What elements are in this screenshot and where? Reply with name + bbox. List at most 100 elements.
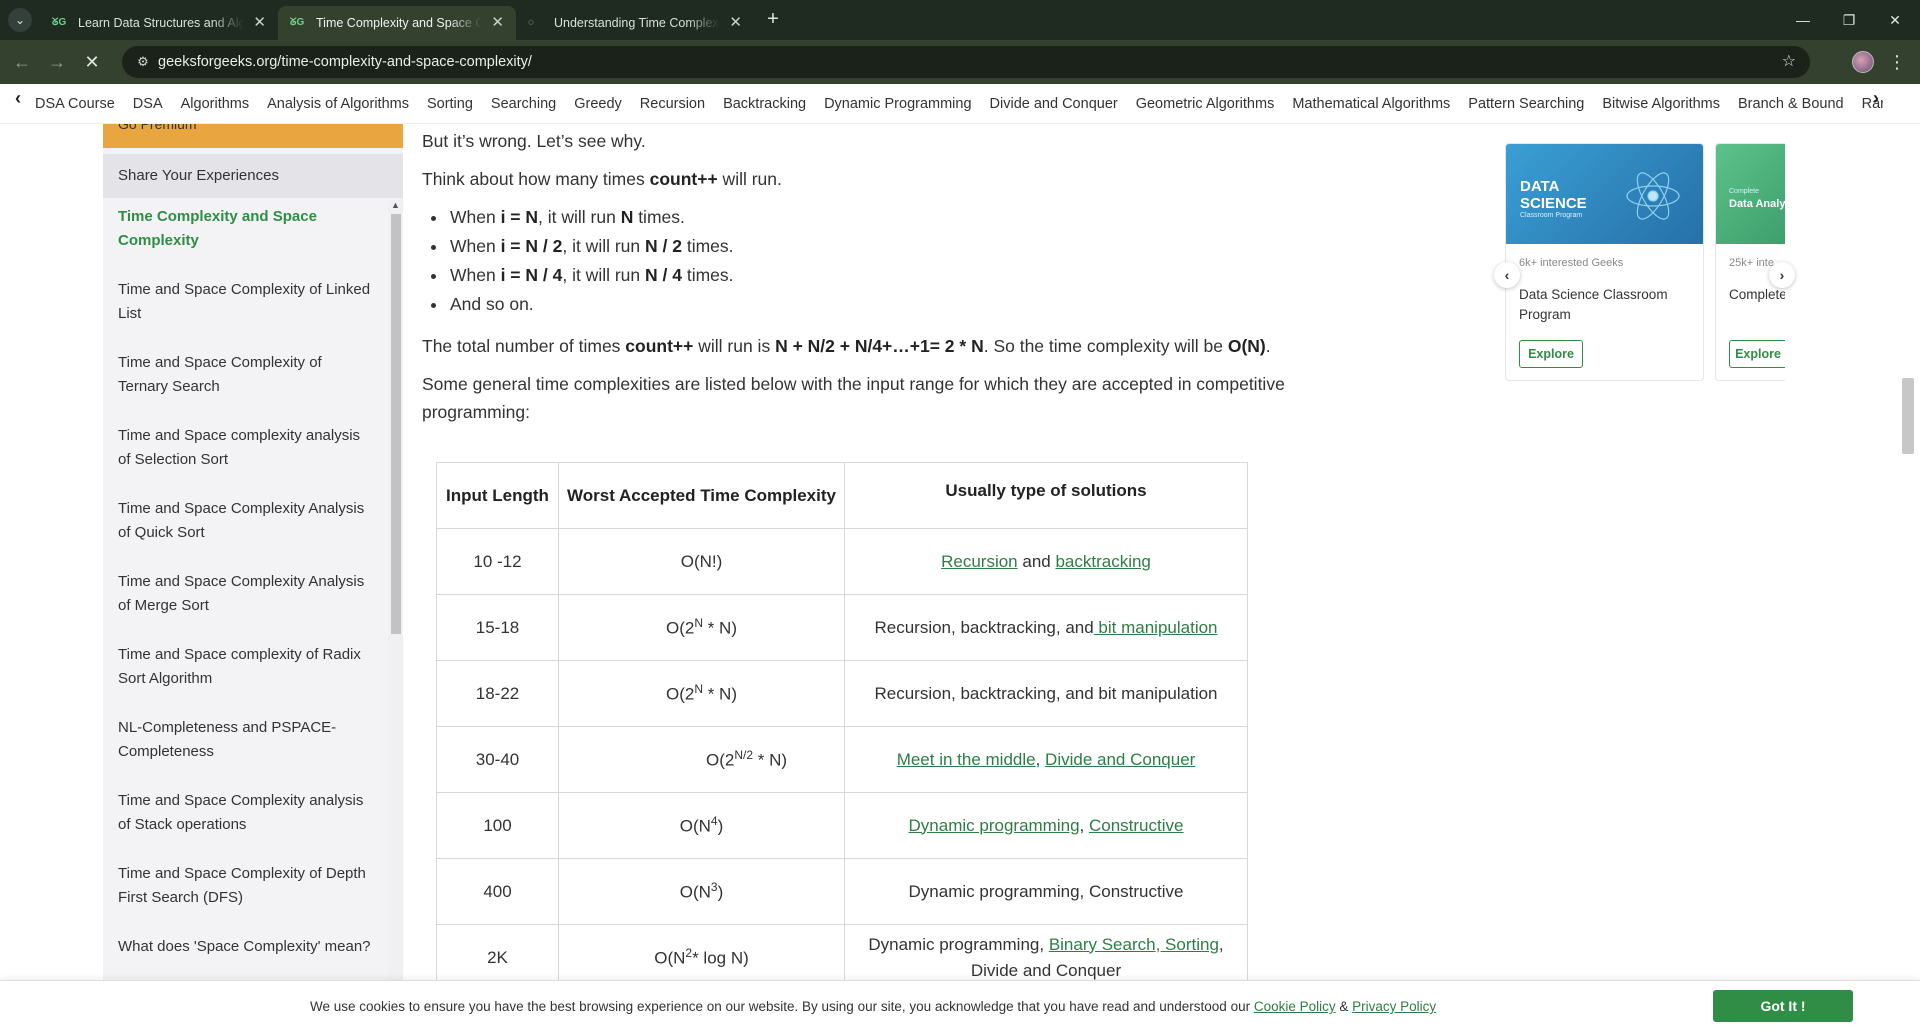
browser-tab-1[interactable]: ᘜG Learn Data Structures and Algorithms …	[40, 6, 278, 40]
sidebar-article-link[interactable]: What does 'Space Complexity' mean?	[103, 935, 388, 959]
back-icon[interactable]: ←	[9, 49, 35, 75]
sidebar-article-link[interactable]: Time and Space Complexity of Depth First…	[103, 862, 388, 910]
divide-and-conquer-link[interactable]: Divide and Conquer	[1045, 750, 1195, 769]
close-window-icon[interactable]: ✕	[1872, 0, 1918, 40]
list-item: When i = N / 2, it will run N / 2 times.	[448, 232, 1352, 261]
course-name: Complete Program	[1729, 287, 1785, 302]
sidebar-article-link[interactable]: Time and Space Complexity analysis of St…	[103, 789, 388, 837]
scroll-up-icon[interactable]: ▲	[391, 200, 400, 210]
course-name: Data Science Classroom Program	[1519, 287, 1668, 322]
close-icon[interactable]: ✕	[729, 6, 742, 40]
course-card[interactable]: Data Analy Complete 25k+ inte Complete P…	[1715, 143, 1785, 381]
cookie-message: We use cookies to ensure you have the be…	[310, 999, 1437, 1014]
site-info-icon[interactable]: ⚙	[134, 53, 152, 71]
table-row: 30-40 O(2N/2 * N) Meet in the middle, Di…	[436, 726, 1248, 793]
cookie-policy-link[interactable]: Cookie Policy	[1254, 999, 1336, 1014]
constructive-link[interactable]: Constructive	[1089, 816, 1183, 835]
topic-nav-item[interactable]: Bitwise Algorithms	[1602, 84, 1720, 124]
explore-button[interactable]: Explore	[1729, 340, 1785, 368]
article-body: But it’s wrong. Let’s see why. Think abo…	[422, 124, 1352, 426]
nav-left-arrow-icon[interactable]: ‹	[15, 88, 21, 109]
new-tab-button[interactable]: +	[760, 8, 786, 32]
profile-avatar[interactable]	[1852, 51, 1874, 73]
list-item: When i = N, it will run N times.	[448, 203, 1352, 232]
bullet-list: When i = N, it will run N times.When i =…	[448, 203, 1352, 319]
sidebar-article-link[interactable]: Time and Space complexity analysis of Se…	[103, 424, 388, 472]
paragraph: Think about how many times count++ will …	[422, 169, 782, 189]
gfg-logo-icon: ᘜG	[52, 17, 67, 28]
browser-toolbar: ← → ✕ ⚙ geeksforgeeks.org/time-complexit…	[0, 40, 1920, 84]
sidebar-article-link[interactable]: Time and Space Complexity Analysis of Me…	[103, 570, 388, 618]
tab-title: Learn Data Structures and Algorithms	[78, 16, 244, 30]
minimize-icon[interactable]: —	[1780, 0, 1826, 40]
carousel-prev-icon[interactable]: ‹	[1494, 262, 1520, 288]
column-header: Worst Accepted Time Complexity	[558, 462, 845, 529]
browser-tab-3[interactable]: ◌ Understanding Time Complexity ✕	[516, 6, 754, 40]
close-icon[interactable]: ✕	[253, 6, 266, 40]
gfg-logo-icon: ᘜG	[290, 17, 305, 28]
topic-nav-item[interactable]: Divide and Conquer	[990, 84, 1118, 124]
topic-nav-item[interactable]: Dynamic Programming	[824, 84, 971, 124]
page-scrollbar-thumb[interactable]	[1902, 378, 1914, 454]
forward-icon[interactable]: →	[44, 49, 70, 75]
url-text[interactable]: geeksforgeeks.org/time-complexity-and-sp…	[158, 46, 532, 78]
topic-nav-item[interactable]: Greedy	[574, 84, 622, 124]
sidebar-article-link[interactable]: Time Complexity and Space Complexity	[103, 205, 388, 253]
sidebar-article-link[interactable]: Time and Space Complexity of Ternary Sea…	[103, 351, 388, 399]
scrollbar-thumb[interactable]	[391, 214, 401, 634]
topic-nav-item[interactable]: Analysis of Algorithms	[267, 84, 409, 124]
loading-icon: ◌	[528, 17, 534, 28]
paragraph: Some general time complexities are liste…	[422, 374, 1285, 422]
tab-title: Understanding Time Complexity	[554, 16, 720, 30]
course-card[interactable]: DATA SCIENCE Classroom Program 6k+ inter…	[1505, 143, 1704, 381]
bit-manipulation-link[interactable]: bit manipulation	[1094, 618, 1217, 637]
browser-tab-bar: ⌄ ᘜG Learn Data Structures and Algorithm…	[0, 0, 1920, 40]
interested-count: 25k+ inte	[1729, 257, 1774, 269]
topic-nav-item[interactable]: Geometric Algorithms	[1136, 84, 1275, 124]
table-row: 100 O(N4) Dynamic programming, Construct…	[436, 792, 1248, 859]
restore-icon[interactable]: ❐	[1826, 0, 1872, 40]
sidebar-scrollbar[interactable]: ▲	[388, 200, 403, 980]
carousel-next-icon[interactable]: ›	[1769, 262, 1795, 288]
banner-subtitle: Classroom Program	[1520, 212, 1583, 219]
got-it-button[interactable]: Got It !	[1713, 990, 1853, 1022]
binary-search-sorting-link[interactable]: Binary Search, Sorting	[1049, 935, 1219, 954]
privacy-policy-link[interactable]: Privacy Policy	[1352, 999, 1436, 1014]
topic-nav-item[interactable]: DSA Course	[35, 84, 115, 124]
menu-kebab-icon[interactable]: ⋮	[1888, 49, 1906, 75]
topic-nav-item[interactable]: Algorithms	[181, 84, 250, 124]
explore-button[interactable]: Explore	[1519, 340, 1583, 368]
topic-nav-item[interactable]: Sorting	[427, 84, 473, 124]
recursion-link[interactable]: Recursion	[941, 552, 1018, 571]
sidebar-article-link[interactable]: Time and Space Complexity of Linked List	[103, 278, 388, 326]
topic-nav-item[interactable]: Mathematical Algorithms	[1292, 84, 1450, 124]
backtracking-link[interactable]: backtracking	[1055, 552, 1150, 571]
topic-nav-item[interactable]: DSA	[133, 84, 163, 124]
paragraph: The total number of times count++ will r…	[422, 336, 1271, 356]
bookmark-star-icon[interactable]: ☆	[1782, 46, 1796, 78]
course-banner: Data Analy Complete	[1716, 144, 1785, 244]
topic-nav-item[interactable]: Pattern Searching	[1468, 84, 1584, 124]
browser-tab-2[interactable]: ᘜG Time Complexity and Space Complexity …	[278, 6, 516, 40]
close-icon[interactable]: ✕	[491, 6, 504, 40]
topic-nav-item[interactable]: Searching	[491, 84, 556, 124]
topic-nav-item[interactable]: Branch & Bound	[1738, 84, 1844, 124]
tab-search-icon[interactable]: ⌄	[8, 8, 32, 32]
go-premium-banner[interactable]: Go Premium	[103, 124, 403, 148]
sidebar-article-link[interactable]: Time and Space complexity of Radix Sort …	[103, 643, 388, 691]
sidebar-article-link[interactable]: NL-Completeness and PSPACE-Completeness	[103, 716, 388, 764]
share-experiences-item[interactable]: Share Your Experiences	[103, 154, 403, 198]
topic-nav-item[interactable]: Recursion	[640, 84, 705, 124]
table-row: 10 -12 O(N!) Recursion and backtracking	[436, 528, 1248, 595]
cookie-consent-bar: We use cookies to ensure you have the be…	[0, 980, 1920, 1032]
sidebar-article-link[interactable]: Time and Space Complexity Analysis of Qu…	[103, 497, 388, 545]
complexity-table: Input Length Worst Accepted Time Complex…	[436, 462, 1248, 991]
nav-right-arrow-icon[interactable]: ›	[1873, 88, 1879, 109]
tab-title: Time Complexity and Space Complexity	[316, 16, 482, 30]
address-bar[interactable]: ⚙ geeksforgeeks.org/time-complexity-and-…	[122, 46, 1810, 78]
meet-in-the-middle-link[interactable]: Meet in the middle	[897, 750, 1036, 769]
dynamic-programming-link[interactable]: Dynamic programming	[909, 816, 1080, 835]
list-item: When i = N / 4, it will run N / 4 times.	[448, 261, 1352, 290]
topic-nav-item[interactable]: Backtracking	[723, 84, 806, 124]
stop-loading-icon[interactable]: ✕	[79, 49, 105, 75]
